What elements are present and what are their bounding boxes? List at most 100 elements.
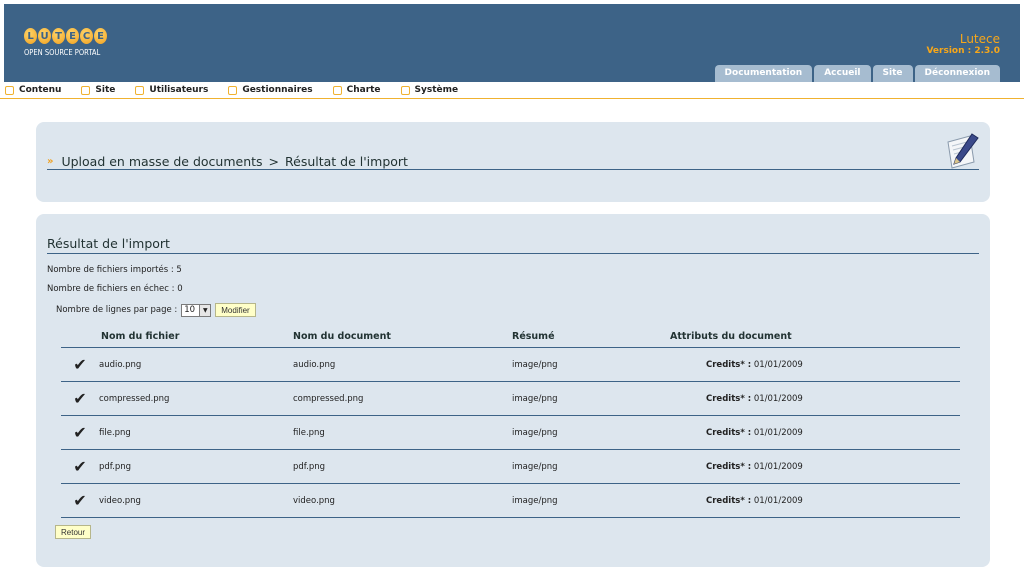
attribute-label: Credits* : xyxy=(706,359,752,370)
breadcrumb-root[interactable]: Upload en masse de documents xyxy=(61,154,262,169)
menu-item-site[interactable]: Site xyxy=(81,85,115,95)
page-title-panel: » Upload en masse de documents > Résulta… xyxy=(36,122,990,202)
summary-cell: image/png xyxy=(512,359,558,370)
breadcrumb: » Upload en masse de documents > Résulta… xyxy=(47,154,979,170)
attribute-value: 01/01/2009 xyxy=(753,495,803,506)
file-name-cell: pdf.png xyxy=(99,461,132,472)
logo-letter: C xyxy=(80,28,93,44)
attribute-label: Credits* : xyxy=(706,461,752,472)
table-row: ✔ audio.png audio.png image/png Credits*… xyxy=(61,348,960,382)
tab-documentation[interactable]: Documentation xyxy=(714,65,813,82)
file-name-cell: file.png xyxy=(99,427,131,438)
document-name-cell: file.png xyxy=(293,427,325,438)
table-header: Nom du fichier Nom du document Résumé At… xyxy=(61,326,960,348)
folder-icon xyxy=(135,85,145,95)
retour-button[interactable]: Retour xyxy=(55,525,92,539)
table-row: ✔ compressed.png compressed.png image/pn… xyxy=(61,382,960,416)
lutece-logo[interactable]: L U T E C E OPEN SOURCE PORTAL xyxy=(24,28,107,57)
version-label: Version : 2.3.0 xyxy=(926,46,1000,56)
menu-item-utilisateurs[interactable]: Utilisateurs xyxy=(135,85,208,95)
checkmark-icon: ✔ xyxy=(73,491,87,510)
checkmark-icon: ✔ xyxy=(73,457,87,476)
imported-count: Nombre de fichiers importés : 5 xyxy=(47,265,182,275)
attributes-cell: Credits* : 01/01/2009 xyxy=(670,428,960,438)
file-name-cell: compressed.png xyxy=(99,393,170,404)
import-results-table: Nom du fichier Nom du document Résumé At… xyxy=(61,326,960,518)
logo-letter: T xyxy=(52,28,65,44)
failed-count: Nombre de fichiers en échec : 0 xyxy=(47,284,183,294)
menu-item-label: Gestionnaires xyxy=(242,85,313,95)
summary-cell: image/png xyxy=(512,393,558,404)
menu-item-gestionnaires[interactable]: Gestionnaires xyxy=(228,85,313,95)
folder-icon xyxy=(228,85,238,95)
table-row: ✔ file.png file.png image/png Credits* :… xyxy=(61,416,960,450)
logo-letter: U xyxy=(38,28,51,44)
attribute-value: 01/01/2009 xyxy=(753,427,803,438)
attribute-value: 01/01/2009 xyxy=(753,359,803,370)
tab-site[interactable]: Site xyxy=(872,65,913,82)
lines-per-page-value: 10 xyxy=(184,305,196,315)
admin-menu-bar: Contenu Site Utilisateurs Gestionnaires … xyxy=(0,82,1024,99)
checkmark-icon: ✔ xyxy=(73,423,87,442)
table-row: ✔ video.png video.png image/png Credits*… xyxy=(61,484,960,518)
file-name-cell: video.png xyxy=(99,495,141,506)
logo-letter: E xyxy=(66,28,79,44)
logo-letters: L U T E C E xyxy=(24,28,107,44)
attributes-cell: Credits* : 01/01/2009 xyxy=(670,496,960,506)
attribute-value: 01/01/2009 xyxy=(753,461,803,472)
summary-cell: image/png xyxy=(512,495,558,506)
menu-item-label: Site xyxy=(95,85,116,95)
attribute-label: Credits* : xyxy=(706,427,752,438)
breadcrumb-separator: > xyxy=(268,154,280,169)
tab-deconnexion[interactable]: Déconnexion xyxy=(914,65,1000,82)
checkmark-icon: ✔ xyxy=(73,355,87,374)
logo-subtitle: OPEN SOURCE PORTAL xyxy=(24,48,101,57)
folder-icon xyxy=(81,85,91,95)
menu-item-label: Contenu xyxy=(19,85,62,95)
lines-per-page-select[interactable]: 10 ▼ xyxy=(181,303,212,317)
attribute-label: Credits* : xyxy=(706,495,752,506)
menu-item-label: Charte xyxy=(346,85,381,95)
column-header-file: Nom du fichier xyxy=(101,331,180,342)
attributes-cell: Credits* : 01/01/2009 xyxy=(670,360,960,370)
menu-item-label: Système xyxy=(414,85,459,95)
lines-per-page-label: Nombre de lignes par page : xyxy=(56,305,178,315)
section-title: Résultat de l'import xyxy=(47,236,979,254)
import-results-panel: Résultat de l'import Nombre de fichiers … xyxy=(36,214,990,567)
menu-item-label: Utilisateurs xyxy=(149,85,209,95)
double-arrow-icon: » xyxy=(47,156,54,167)
document-name-cell: video.png xyxy=(293,495,335,506)
tab-accueil[interactable]: Accueil xyxy=(814,65,871,82)
document-name-cell: audio.png xyxy=(293,359,336,370)
column-header-attributes: Attributs du document xyxy=(670,331,792,342)
logo-letter: L xyxy=(24,28,37,44)
menu-item-charte[interactable]: Charte xyxy=(332,85,381,95)
site-name: Lutece xyxy=(959,32,1000,46)
attribute-value: 01/01/2009 xyxy=(753,393,803,404)
modifier-button[interactable]: Modifier xyxy=(215,303,256,317)
folder-icon xyxy=(332,85,342,95)
folder-icon xyxy=(400,85,410,95)
summary-cell: image/png xyxy=(512,427,558,438)
menu-item-systeme[interactable]: Système xyxy=(400,85,459,95)
app-header: L U T E C E OPEN SOURCE PORTAL Lutece Ve… xyxy=(4,4,1020,82)
attribute-label: Credits* : xyxy=(706,393,752,404)
file-name-cell: audio.png xyxy=(99,359,142,370)
attributes-cell: Credits* : 01/01/2009 xyxy=(670,462,960,472)
document-name-cell: pdf.png xyxy=(293,461,326,472)
breadcrumb-current: Résultat de l'import xyxy=(285,154,408,169)
document-name-cell: compressed.png xyxy=(293,393,364,404)
pen-paper-icon xyxy=(947,133,979,169)
lines-per-page-row: Nombre de lignes par page : 10 ▼ Modifie… xyxy=(56,303,256,317)
logo-letter: E xyxy=(94,28,107,44)
checkmark-icon: ✔ xyxy=(73,389,87,408)
top-tabs: Documentation Accueil Site Déconnexion xyxy=(714,65,1000,82)
column-header-summary: Résumé xyxy=(512,331,555,342)
summary-cell: image/png xyxy=(512,461,558,472)
folder-icon xyxy=(5,85,14,95)
column-header-document: Nom du document xyxy=(293,331,391,342)
menu-item-contenu[interactable]: Contenu xyxy=(5,85,61,95)
attributes-cell: Credits* : 01/01/2009 xyxy=(670,394,960,404)
table-row: ✔ pdf.png pdf.png image/png Credits* : 0… xyxy=(61,450,960,484)
chevron-down-icon: ▼ xyxy=(199,304,211,316)
